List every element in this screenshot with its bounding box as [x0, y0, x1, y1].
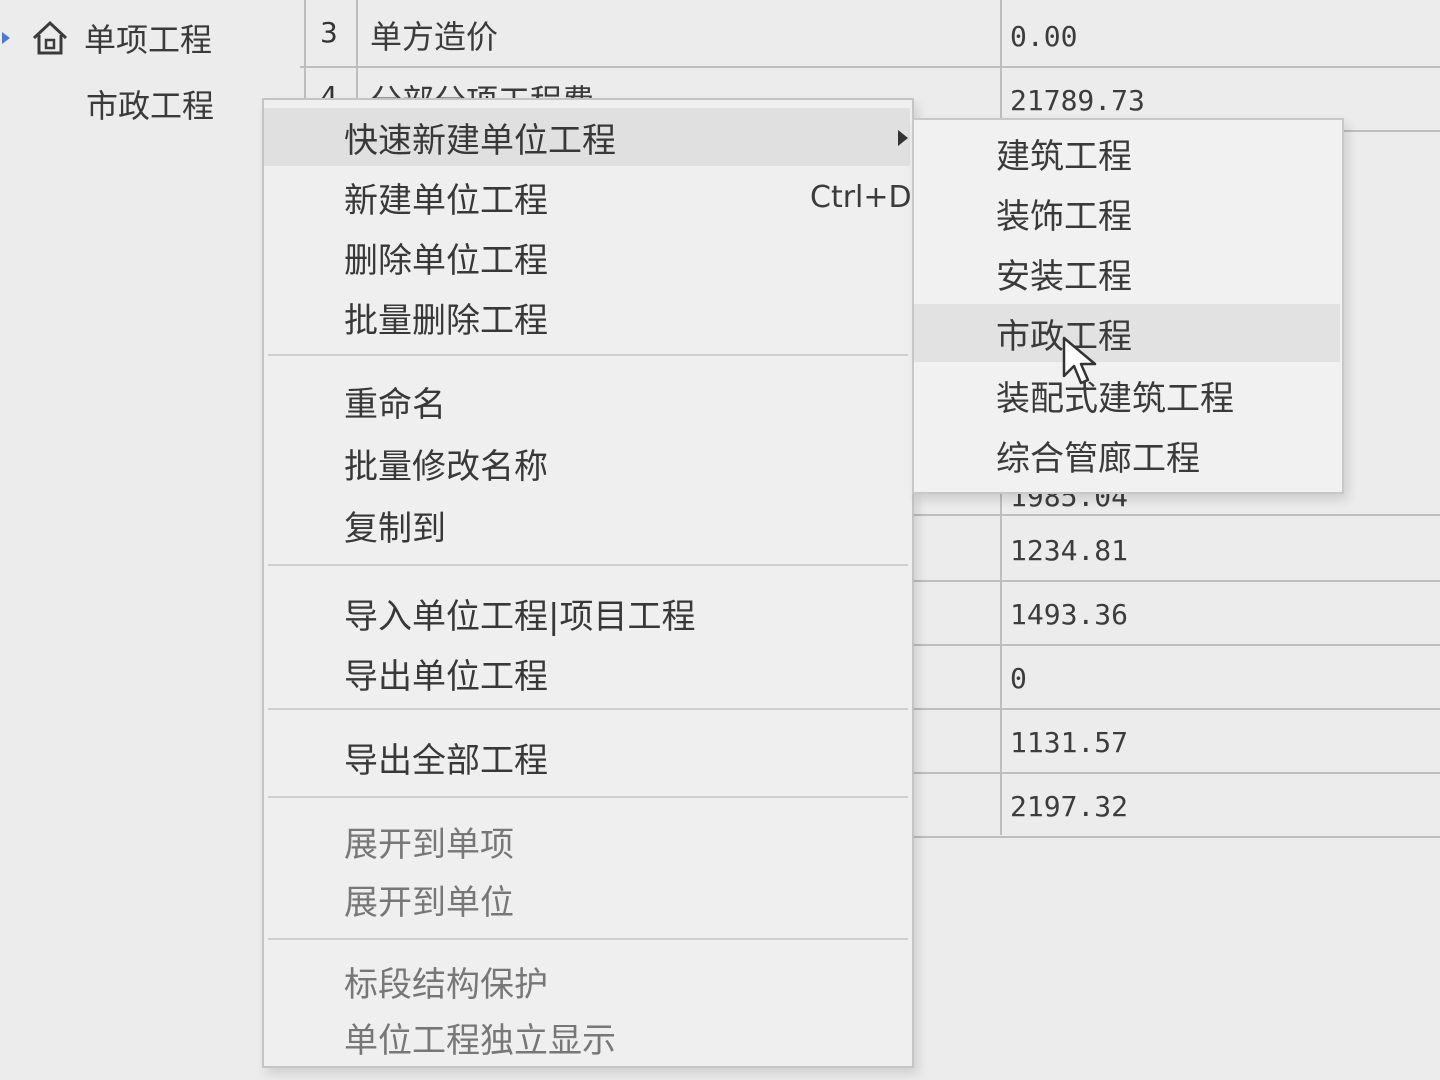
- menu-item-label: 导出单位工程: [344, 656, 548, 697]
- menu-separator: [268, 354, 908, 356]
- row-value: 21789.73: [1010, 84, 1145, 117]
- submenu-item-building[interactable]: 建筑工程: [914, 124, 1340, 182]
- tree-item-label: 单项工程: [84, 21, 213, 59]
- submenu-item-utility-tunnel[interactable]: 综合管廊工程: [914, 426, 1340, 484]
- menu-item-label: 展开到单位: [344, 882, 514, 923]
- menu-shortcut: Ctrl+D: [810, 180, 910, 215]
- table-row[interactable]: 3 单方造价 0.00: [300, 2, 1440, 68]
- quick-new-unit-submenu: 建筑工程 装饰工程 安装工程 市政工程 装配式建筑工程 综合管廊工程: [912, 118, 1344, 494]
- submenu-item-label: 装饰工程: [996, 196, 1132, 237]
- menu-item-label: 单位工程独立显示: [344, 1020, 616, 1061]
- house-icon: [32, 20, 68, 55]
- menu-item-label: 新建单位工程: [344, 180, 548, 221]
- menu-item-label: 批量修改名称: [344, 446, 548, 487]
- menu-item-quick-new-unit[interactable]: 快速新建单位工程: [264, 108, 910, 166]
- tree-item-municipal[interactable]: 市政工程: [86, 76, 286, 132]
- project-tree: 单项工程 市政工程: [0, 0, 300, 1080]
- menu-item-label: 重命名: [344, 384, 446, 425]
- row-value: 1131.57: [1010, 726, 1129, 759]
- menu-separator: [268, 564, 908, 566]
- menu-item-label: 复制到: [344, 508, 446, 549]
- row-number: 3: [320, 16, 338, 49]
- app-window: 单项工程 市政工程 3 单方造价 0.00 4 分部分项工程费 21789.73…: [0, 0, 1440, 1080]
- menu-item-new-unit[interactable]: 新建单位工程 Ctrl+D: [264, 168, 910, 226]
- menu-item-label: 批量删除工程: [344, 300, 548, 341]
- menu-separator: [268, 708, 908, 710]
- menu-item-batch-rename[interactable]: 批量修改名称: [264, 434, 910, 492]
- menu-item-label: 快速新建单位工程: [344, 120, 616, 161]
- menu-item-export-unit[interactable]: 导出单位工程: [264, 644, 910, 702]
- submenu-arrow-icon: [898, 130, 908, 146]
- menu-item-expand-to-unit[interactable]: 展开到单位: [264, 870, 910, 928]
- menu-item-label: 展开到单项: [344, 824, 514, 865]
- menu-item-unit-standalone[interactable]: 单位工程独立显示: [264, 1008, 910, 1066]
- menu-item-delete-unit[interactable]: 删除单位工程: [264, 228, 910, 286]
- mouse-cursor-icon: [1062, 336, 1097, 385]
- submenu-item-label: 综合管廊工程: [996, 438, 1200, 479]
- submenu-item-label: 装配式建筑工程: [996, 378, 1234, 419]
- row-name: 单方造价: [370, 18, 499, 56]
- row-value: 0.00: [1010, 20, 1078, 53]
- submenu-item-label: 安装工程: [996, 256, 1132, 297]
- menu-item-batch-delete[interactable]: 批量删除工程: [264, 288, 910, 346]
- submenu-item-prefab-building[interactable]: 装配式建筑工程: [914, 366, 1340, 424]
- submenu-item-label: 建筑工程: [996, 136, 1132, 177]
- row-value: 2197.32: [1010, 790, 1129, 823]
- expand-triangle-icon[interactable]: [2, 32, 10, 44]
- menu-item-label: 标段结构保护: [344, 964, 548, 1005]
- menu-item-export-all[interactable]: 导出全部工程: [264, 728, 910, 786]
- submenu-item-municipal[interactable]: 市政工程: [914, 304, 1340, 362]
- row-value: 1493.36: [1010, 598, 1129, 631]
- menu-separator: [268, 938, 908, 940]
- menu-item-copy-to[interactable]: 复制到: [264, 496, 910, 554]
- submenu-item-decoration[interactable]: 装饰工程: [914, 184, 1340, 242]
- menu-item-label: 导出全部工程: [344, 740, 548, 781]
- context-menu: 快速新建单位工程 新建单位工程 Ctrl+D 删除单位工程 批量删除工程 重命名…: [262, 98, 914, 1068]
- tree-item-single-project[interactable]: 单项工程: [0, 10, 300, 66]
- row-value: 1234.81: [1010, 534, 1129, 567]
- menu-item-import[interactable]: 导入单位工程|项目工程: [264, 584, 910, 642]
- row-value: 0: [1010, 662, 1027, 695]
- menu-item-section-protect[interactable]: 标段结构保护: [264, 952, 910, 1010]
- menu-item-rename[interactable]: 重命名: [264, 372, 910, 430]
- menu-item-label: 删除单位工程: [344, 240, 548, 281]
- menu-separator: [268, 796, 908, 798]
- tree-item-label: 市政工程: [86, 87, 215, 125]
- menu-item-label: 导入单位工程|项目工程: [344, 596, 696, 637]
- menu-item-expand-to-single[interactable]: 展开到单项: [264, 812, 910, 870]
- submenu-item-installation[interactable]: 安装工程: [914, 244, 1340, 302]
